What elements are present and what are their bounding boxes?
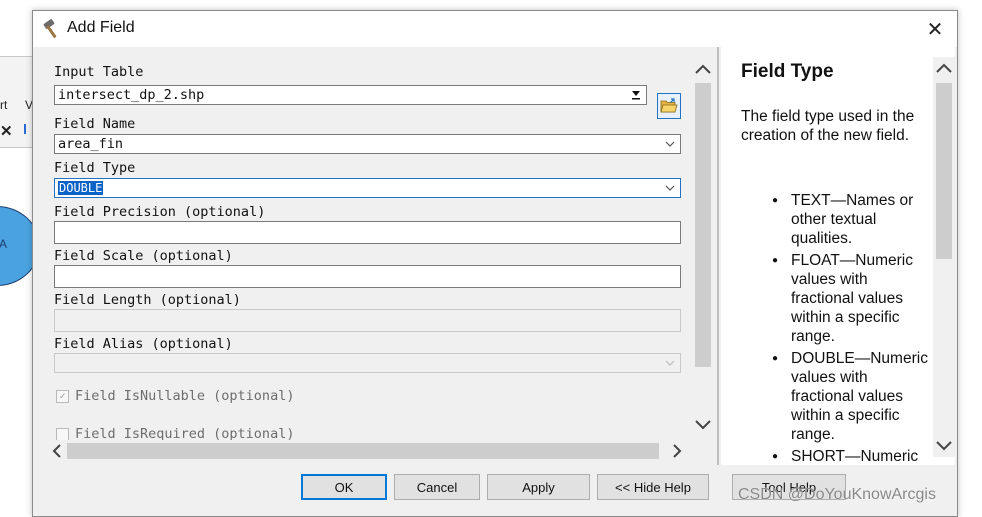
horizontal-scroll-thumb[interactable] xyxy=(67,443,659,459)
field-length-input[interactable] xyxy=(54,309,681,332)
dialog-title: Add Field xyxy=(67,19,135,36)
input-table-dropdown-button[interactable] xyxy=(628,87,644,103)
dialog-titlebar: Add Field ✕ xyxy=(33,11,957,47)
chevron-down-icon[interactable] xyxy=(662,179,678,197)
chevron-left-icon xyxy=(52,444,61,458)
parameters-pane: Input Table intersect_dp_2.shp Field Nam… xyxy=(35,47,717,465)
field-type-label: Field Type xyxy=(54,160,136,176)
help-description: The field type used in the creation of t… xyxy=(741,108,915,144)
ok-button[interactable]: OK xyxy=(301,474,387,500)
field-precision-label: Field Precision (optional) xyxy=(54,204,266,220)
field-name-combo[interactable]: area_fin xyxy=(54,134,681,154)
chevron-down-icon xyxy=(936,441,952,451)
background-close-tool-icon: ✕ xyxy=(0,123,13,140)
hammer-icon xyxy=(41,18,63,40)
list-item: SHORT—Numeric xyxy=(741,447,933,465)
chevron-down-icon[interactable] xyxy=(662,135,678,153)
field-alias-combo[interactable] xyxy=(54,353,681,373)
apply-button[interactable]: Apply xyxy=(487,474,590,500)
scroll-thumb[interactable] xyxy=(695,83,711,367)
field-is-nullable-row[interactable]: ✓ Field IsNullable (optional) xyxy=(56,388,294,404)
scroll-down-button[interactable] xyxy=(691,413,715,437)
cancel-button[interactable]: Cancel xyxy=(394,474,480,500)
input-table-field[interactable]: intersect_dp_2.shp xyxy=(54,85,647,105)
dropdown-arrow-icon xyxy=(632,91,640,100)
help-scroll-thumb[interactable] xyxy=(936,83,952,259)
field-is-nullable-checkbox[interactable]: ✓ xyxy=(56,389,69,403)
field-name-label: Field Name xyxy=(54,116,136,132)
background-circle-label: A xyxy=(0,237,8,251)
field-scale-input[interactable] xyxy=(54,265,681,288)
field-alias-label: Field Alias (optional) xyxy=(54,336,233,352)
background-menu-fragment: rt xyxy=(0,98,8,112)
help-scroll-down-button[interactable] xyxy=(933,435,955,457)
chevron-up-icon xyxy=(936,63,952,73)
chevron-down-icon xyxy=(695,420,711,430)
scroll-up-button[interactable] xyxy=(691,57,715,81)
browse-button[interactable] xyxy=(657,93,681,119)
help-field-type-list: TEXT—Names or other textual qualities. F… xyxy=(741,191,933,465)
input-table-label: Input Table xyxy=(54,64,144,80)
field-scale-label: Field Scale (optional) xyxy=(54,248,233,264)
hide-help-button[interactable]: << Hide Help xyxy=(597,474,709,500)
chevron-right-icon xyxy=(673,444,682,458)
field-is-nullable-label: Field IsNullable (optional) xyxy=(75,388,295,404)
field-precision-input[interactable] xyxy=(54,221,681,244)
help-title: Field Type xyxy=(741,61,834,82)
field-type-value: DOUBLE xyxy=(58,181,104,195)
close-icon: ✕ xyxy=(926,17,944,41)
field-length-label: Field Length (optional) xyxy=(54,292,241,308)
add-field-dialog: Add Field ✕ Input Table intersect_dp_2.s… xyxy=(32,10,958,517)
field-name-value: area_fin xyxy=(58,136,124,152)
field-is-required-checkbox[interactable] xyxy=(56,427,69,441)
close-button[interactable]: ✕ xyxy=(913,11,957,47)
field-type-combo[interactable]: DOUBLE xyxy=(54,178,681,198)
list-item: DOUBLE—Numeric values with fractional va… xyxy=(741,349,933,444)
parameters-vertical-scrollbar[interactable] xyxy=(691,57,715,437)
help-pane: Field Type The field type used in the cr… xyxy=(721,47,955,465)
list-item: TEXT—Names or other textual qualities. xyxy=(741,191,933,248)
folder-open-icon xyxy=(660,98,678,113)
scroll-right-button[interactable] xyxy=(667,440,687,462)
help-vertical-scrollbar[interactable] xyxy=(933,57,955,457)
parameters-horizontal-scrollbar[interactable] xyxy=(47,440,687,462)
chevron-down-icon[interactable] xyxy=(662,354,678,372)
pane-splitter[interactable] xyxy=(717,47,719,465)
scroll-left-button[interactable] xyxy=(47,440,67,462)
input-table-value: intersect_dp_2.shp xyxy=(58,87,205,103)
list-item: FLOAT—Numeric values with fractional val… xyxy=(741,251,933,346)
help-scroll-up-button[interactable] xyxy=(933,57,955,79)
watermark: CSDN @DoYouKnowArcgis xyxy=(738,486,936,503)
chevron-up-icon xyxy=(695,64,711,74)
